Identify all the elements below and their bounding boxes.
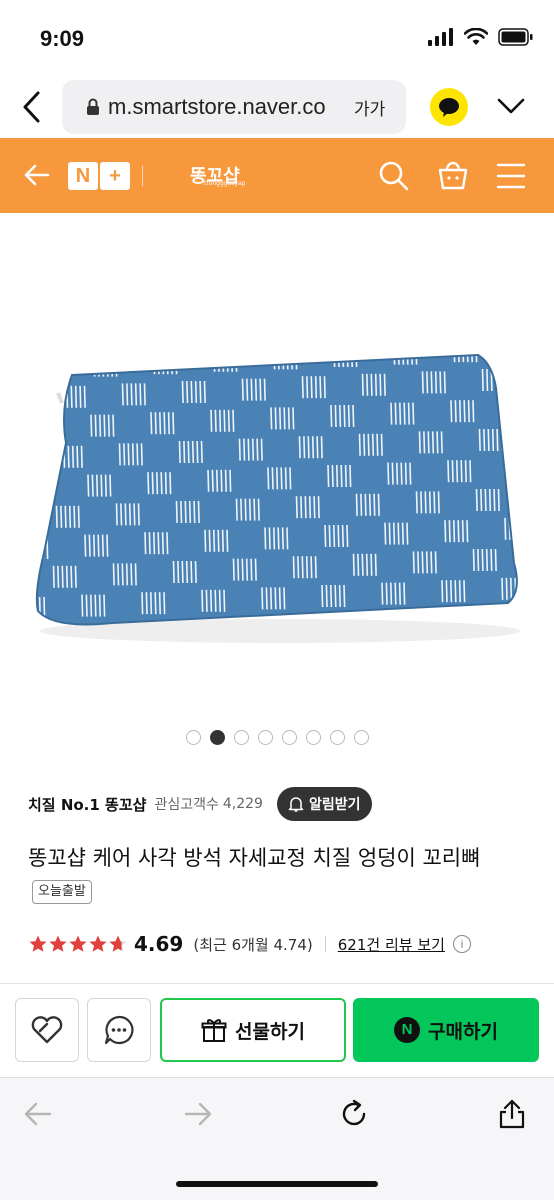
gallery-dot[interactable]	[305, 730, 321, 745]
buy-label: 구매하기	[428, 1020, 498, 1043]
shopping-basket-icon[interactable]	[436, 158, 470, 192]
reload-icon[interactable]	[338, 1098, 370, 1130]
gallery-dot[interactable]	[281, 730, 297, 745]
url-text: m.smartstore.naver.co	[108, 94, 326, 119]
home-indicator	[176, 1181, 378, 1187]
store-name[interactable]: 치질 No.1 똥꼬샵	[28, 794, 146, 815]
nplus-plus: +	[100, 162, 130, 190]
pattern-stripes	[39, 416, 55, 440]
notification-button[interactable]: 알림받기	[276, 787, 373, 821]
nav-forward-icon[interactable]	[182, 1098, 214, 1130]
pattern-stripes	[36, 476, 52, 500]
lock-icon	[87, 98, 99, 115]
follower-label: 관심고객수	[154, 797, 219, 813]
hamburger-menu-icon[interactable]	[496, 162, 526, 190]
nplus-n: N	[68, 162, 98, 190]
rating-score: 4.69	[134, 932, 184, 956]
star-icon	[49, 935, 67, 952]
naver-plus-logo[interactable]: N +	[68, 162, 130, 190]
wifi-icon	[464, 28, 488, 45]
star-icon	[29, 935, 47, 952]
search-icon[interactable]	[378, 160, 410, 192]
header-divider	[142, 166, 143, 186]
signal-icon	[428, 28, 453, 46]
review-link[interactable]: 621건 리뷰 보기	[338, 934, 445, 955]
rating-divider	[324, 936, 326, 952]
browser-back-icon[interactable]	[18, 90, 48, 124]
product-title: 똥꼬샵 케어 사각 방석 자세교정 치질 엉덩이 꼬리뼈 오늘출발	[28, 842, 528, 908]
back-arrow-icon[interactable]	[22, 160, 52, 190]
naver-pay-icon: N	[394, 1017, 421, 1043]
pattern-stripes	[507, 457, 517, 480]
inquiry-button[interactable]	[87, 998, 151, 1062]
star-icon	[109, 935, 127, 952]
star-icon	[69, 935, 87, 952]
buy-button[interactable]: N 구매하기	[353, 998, 539, 1062]
gallery-dot[interactable]	[185, 730, 201, 745]
gallery-dot[interactable]	[329, 730, 345, 745]
pattern-stripes	[513, 355, 516, 360]
browser-url-bar: m.smartstore.naver.co 가가	[0, 76, 554, 138]
star-icon	[89, 935, 107, 952]
gift-icon	[201, 1019, 227, 1042]
chat-bubble-icon	[439, 98, 459, 117]
heart-icon	[31, 1016, 63, 1044]
follower-count: 4,229	[222, 796, 263, 812]
share-icon[interactable]	[496, 1098, 528, 1130]
recent-rating: (최근 6개월 4.74)	[193, 935, 313, 954]
gallery-dot[interactable]	[233, 730, 249, 745]
product-image[interactable]	[0, 213, 554, 713]
text-size-button[interactable]: 가가	[354, 95, 385, 120]
chevron-down-icon[interactable]	[496, 94, 526, 118]
wishlist-button[interactable]	[15, 998, 79, 1062]
gallery-dot[interactable]	[353, 730, 369, 745]
gift-label: 선물하기	[235, 1020, 305, 1043]
chat-dots-icon	[104, 1015, 134, 1045]
product-title-text: 똥꼬샵 케어 사각 방석 자세교정 치질 엉덩이 꼬리뼈	[28, 846, 481, 870]
address-field[interactable]: m.smartstore.naver.co 가가	[62, 80, 406, 134]
info-icon[interactable]: i	[452, 935, 471, 953]
store-info-row: 치질 No.1 똥꼬샵 관심고객수 4,229 알림받기	[28, 787, 528, 821]
star-rating	[28, 934, 128, 954]
pattern-stripes	[37, 356, 58, 380]
status-time: 9:09	[40, 26, 85, 51]
bell-plus-icon	[288, 797, 304, 812]
gift-button[interactable]: 선물하기	[160, 998, 346, 1062]
rating-row: 4.69 (최근 6개월 4.74) 621건 리뷰 보기 i	[28, 930, 528, 958]
gallery-dot[interactable]	[209, 730, 225, 745]
status-bar: 9:09	[0, 0, 554, 76]
shipping-badge: 오늘출발	[32, 880, 92, 904]
cushion-image	[35, 353, 520, 643]
gallery-dot[interactable]	[257, 730, 273, 745]
battery-icon	[498, 28, 533, 46]
notification-label: 알림받기	[308, 797, 361, 813]
nav-back-icon[interactable]	[22, 1098, 54, 1130]
gallery-pagination	[0, 730, 554, 745]
kakao-talk-button[interactable]	[430, 88, 468, 126]
purchase-action-bar: 선물하기 N 구매하기	[0, 983, 554, 1077]
app-header: N + 똥꼬샵 ttongggosyap	[0, 138, 554, 213]
brand-logo-sub: ttongggosyap	[204, 180, 246, 187]
pattern-stripes	[510, 397, 517, 420]
status-icons	[428, 28, 534, 46]
